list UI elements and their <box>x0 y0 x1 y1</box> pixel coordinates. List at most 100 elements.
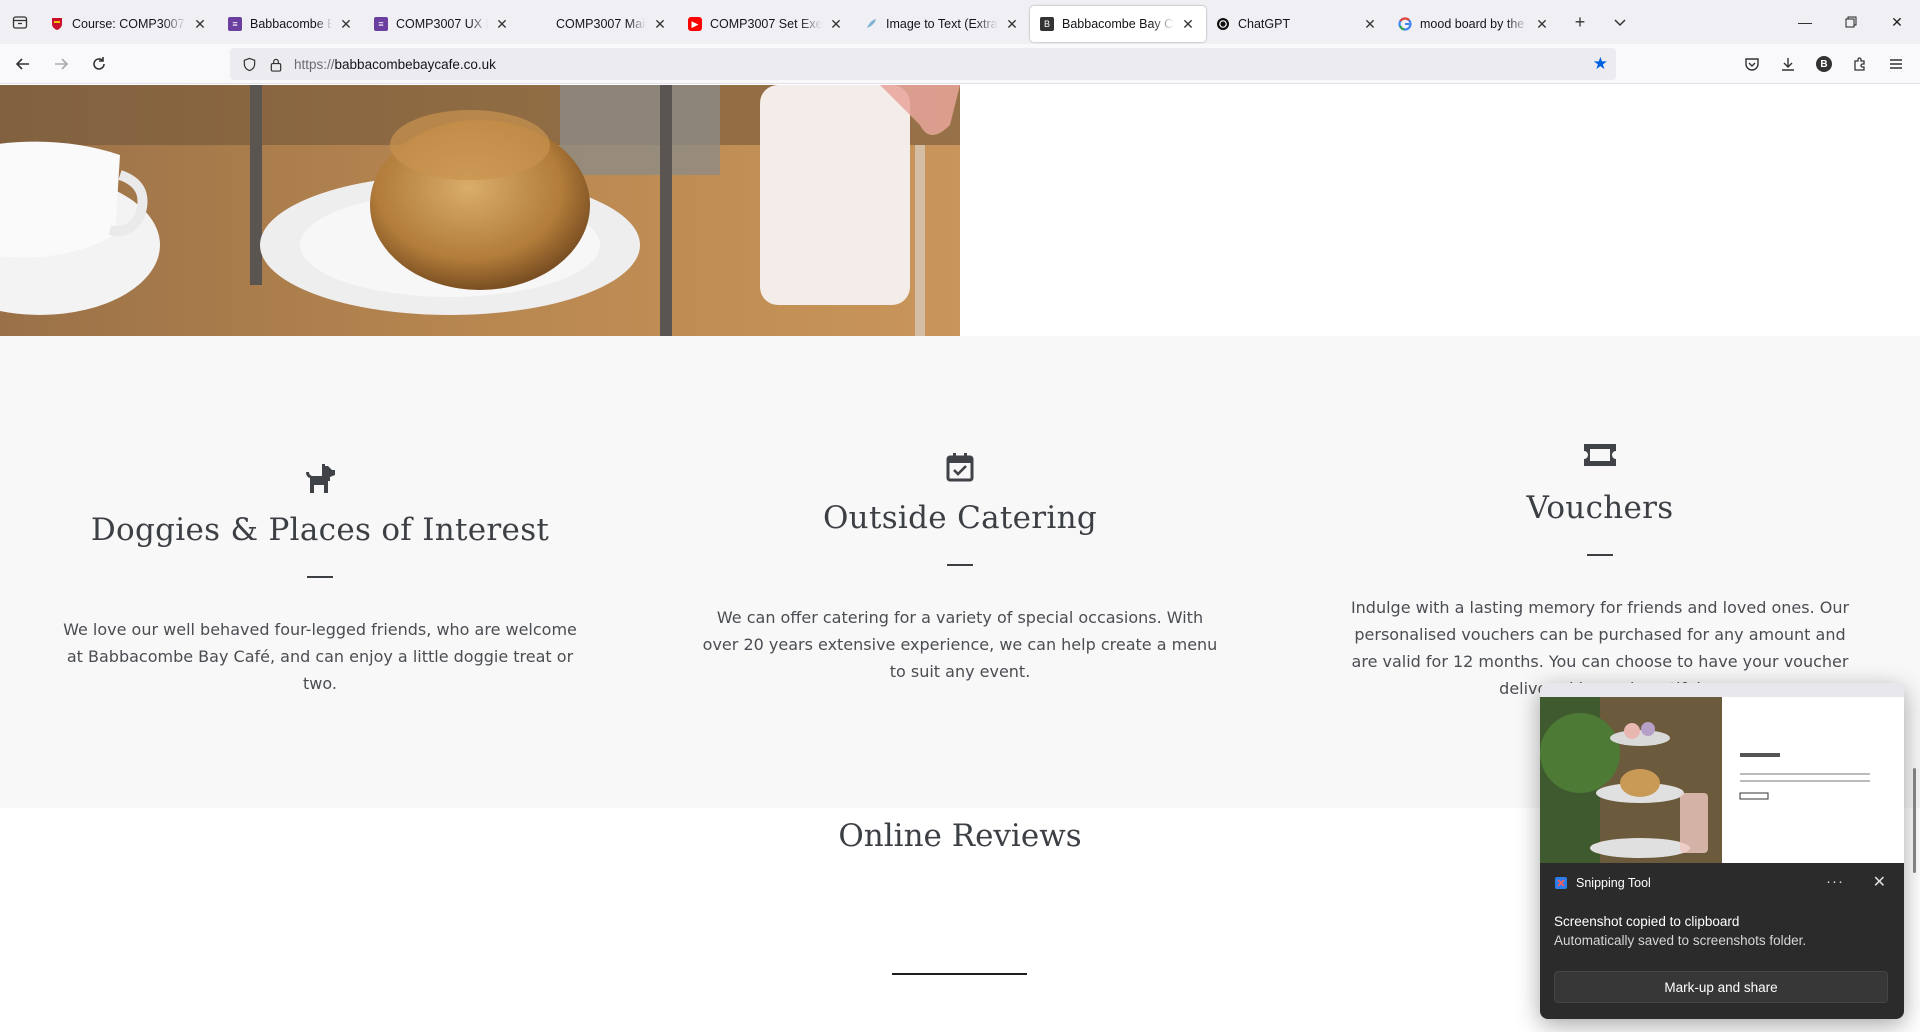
close-icon: ✕ <box>1891 13 1903 30</box>
toast-message: Screenshot copied to clipboard <box>1554 914 1740 929</box>
ticket-icon <box>1320 442 1880 468</box>
google-icon <box>1398 17 1412 31</box>
window-controls: — ✕ <box>1782 0 1920 44</box>
browser-tab[interactable]: Image to Text (Extract Text) ✕ <box>854 6 1030 42</box>
toast-header: Snipping Tool <box>1554 876 1651 890</box>
tab-list-icon <box>12 16 28 29</box>
forms-icon: ≡ <box>228 17 242 31</box>
plus-icon: + <box>1574 11 1586 32</box>
tab-bar: Course: COMP3007 HCI ✕ ≡ Babbacombe Bay … <box>0 0 1920 44</box>
close-tab-icon[interactable]: ✕ <box>494 16 510 33</box>
close-tab-icon[interactable]: ✕ <box>828 16 844 33</box>
calendar-check-icon <box>680 452 1240 482</box>
puzzle-icon <box>1854 57 1865 71</box>
scone-tea-photo <box>0 85 960 336</box>
page-scrollbar-thumb[interactable] <box>1913 768 1916 873</box>
tab-title: Image to Text (Extract Text) <box>886 17 998 31</box>
browser-tab[interactable]: ▶ COMP3007 Set Exercise ✕ <box>678 6 854 42</box>
close-tab-icon[interactable]: ✕ <box>1004 16 1020 33</box>
browser-tab[interactable]: ChatGPT ✕ <box>1206 6 1388 42</box>
feature-title: Doggies & Places of Interest <box>90 512 550 548</box>
toolbar-extensions: B <box>1734 48 1914 80</box>
tab-title: COMP3007 Main Assessment <box>556 17 646 31</box>
reviews-divider <box>892 973 1027 975</box>
more-options-icon[interactable]: ··· <box>1826 873 1844 890</box>
browser-tab[interactable]: mood board by the sea ✕ <box>1388 6 1560 42</box>
screenshot-preview-image[interactable] <box>1540 683 1904 863</box>
arrow-right-icon <box>55 57 69 70</box>
mark-up-and-share-button[interactable]: Mark-up and share <box>1554 971 1888 1003</box>
dog-icon <box>40 464 600 494</box>
tab-title: COMP3007 Set Exercise <box>710 17 822 31</box>
pocket-button[interactable] <box>1734 48 1770 80</box>
close-tab-icon[interactable]: ✕ <box>1362 16 1378 33</box>
arrow-left-icon <box>15 57 29 70</box>
feature-divider <box>1587 554 1613 556</box>
feature-doggies: Doggies & Places of Interest We love our… <box>40 464 600 697</box>
close-tab-icon[interactable]: ✕ <box>192 16 208 33</box>
browser-tab[interactable]: ≡ COMP3007 UX Evaluation ✕ <box>364 6 520 42</box>
minimize-icon: — <box>1798 14 1812 30</box>
tab-title: COMP3007 UX Evaluation <box>396 17 488 31</box>
tab-overflow-button[interactable] <box>1600 0 1640 44</box>
shield-crest-icon <box>50 17 64 31</box>
forward-button[interactable] <box>44 48 78 80</box>
list-all-tabs-button[interactable] <box>0 0 40 44</box>
reload-button[interactable] <box>82 48 116 80</box>
back-button[interactable] <box>6 48 40 80</box>
browser-tab[interactable]: Course: COMP3007 HCI ✕ <box>40 6 218 42</box>
openai-icon <box>1216 17 1230 31</box>
url-protocol: https:// <box>294 56 335 72</box>
toast-sub-message: Automatically saved to screenshots folde… <box>1554 933 1807 948</box>
lock-icon[interactable] <box>264 57 288 72</box>
hamburger-menu-icon <box>1890 59 1902 69</box>
feature-catering: Outside Catering We can offer catering f… <box>680 452 1240 685</box>
close-window-button[interactable]: ✕ <box>1874 0 1920 44</box>
navigation-toolbar: https://babbacombebaycafe.co.uk ★ B <box>0 44 1920 84</box>
tab-title: ChatGPT <box>1238 17 1291 31</box>
close-tab-icon[interactable]: ✕ <box>338 16 354 33</box>
feature-vouchers: Vouchers Indulge with a lasting memory f… <box>1320 442 1880 702</box>
youtube-icon: ▶ <box>688 17 702 31</box>
app-menu-button[interactable] <box>1878 48 1914 80</box>
bookmark-star-icon[interactable]: ★ <box>1593 54 1608 74</box>
tab-title: mood board by the sea <box>1420 17 1528 31</box>
feature-title: Outside Catering <box>822 500 1098 536</box>
address-bar[interactable]: https://babbacombebaycafe.co.uk ★ <box>230 48 1616 80</box>
close-tab-icon[interactable]: ✕ <box>1534 16 1550 33</box>
reload-icon <box>93 56 105 70</box>
browser-tab[interactable]: COMP3007 Main Assessment ✕ <box>520 6 678 42</box>
close-tab-icon[interactable]: ✕ <box>652 16 668 33</box>
url-text[interactable]: https://babbacombebaycafe.co.uk <box>294 57 496 72</box>
close-tab-icon[interactable]: ✕ <box>1180 16 1196 33</box>
feature-text: We love our well behaved four-legged fri… <box>63 620 577 693</box>
feature-text: We can offer catering for a variety of s… <box>702 608 1218 681</box>
toast-app-name: Snipping Tool <box>1576 876 1651 890</box>
snipping-tool-icon <box>1555 877 1567 889</box>
restore-icon <box>1845 16 1857 28</box>
new-tab-button[interactable]: + <box>1560 0 1600 44</box>
pocket-icon <box>1745 58 1759 71</box>
forms-icon: ≡ <box>374 17 388 31</box>
tracking-protection-icon[interactable] <box>234 57 264 72</box>
tab-title: Babbacombe Bay Cafe <box>250 17 332 31</box>
downloads-button[interactable] <box>1770 48 1806 80</box>
restore-button[interactable] <box>1828 0 1874 44</box>
browser-tab-active[interactable]: B Babbacombe Bay Cafe ✕ <box>1030 6 1206 42</box>
download-icon <box>1782 58 1794 71</box>
extensions-button[interactable] <box>1842 48 1878 80</box>
tab-title: Babbacombe Bay Cafe <box>1062 17 1174 31</box>
feather-icon <box>864 17 878 31</box>
close-icon[interactable]: ✕ <box>1873 872 1886 892</box>
minimize-button[interactable]: — <box>1782 0 1828 44</box>
feature-divider <box>307 576 333 578</box>
feature-title: Vouchers <box>1526 490 1674 526</box>
url-host: babbacombebaycafe.co.uk <box>334 56 496 72</box>
browser-tab[interactable]: ≡ Babbacombe Bay Cafe ✕ <box>218 6 364 42</box>
cafe-logo-icon: B <box>1040 17 1054 31</box>
tab-title: Course: COMP3007 HCI <box>72 17 186 31</box>
account-avatar[interactable]: B <box>1816 56 1832 72</box>
feature-divider <box>947 564 973 566</box>
snipping-tool-notification[interactable]: Snipping Tool ··· ✕ Screenshot copied to… <box>1540 683 1904 1019</box>
chevron-down-icon <box>1614 19 1626 27</box>
